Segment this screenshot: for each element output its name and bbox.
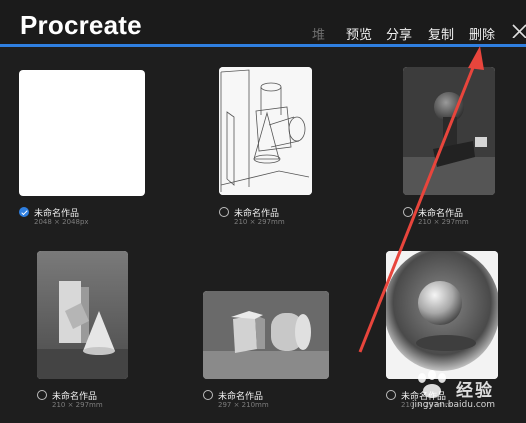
share-button[interactable]: 分享 <box>386 24 412 43</box>
selected-check-icon[interactable] <box>19 207 29 217</box>
artwork-size: 210 × 297mm <box>234 218 285 226</box>
delete-button[interactable]: 删除 <box>469 24 495 43</box>
artwork-size: 297 × 210mm <box>218 401 269 409</box>
artwork-size: 210 × 297mm <box>52 401 103 409</box>
stack-button[interactable]: 堆 <box>312 24 325 43</box>
artwork-size: 2048 × 2048px <box>34 218 89 226</box>
charcoal-still-life-image <box>37 251 128 379</box>
select-radio-icon[interactable] <box>386 390 396 400</box>
watermark-url: jingyan.baidu.com <box>412 400 496 410</box>
paw-logo-icon <box>418 370 446 398</box>
preview-button[interactable]: 预览 <box>346 24 372 43</box>
select-radio-icon[interactable] <box>203 390 213 400</box>
select-radio-icon[interactable] <box>219 207 229 217</box>
select-radio-icon[interactable] <box>403 207 413 217</box>
charcoal-sphere-image <box>386 251 498 379</box>
artwork-thumbnail-4[interactable] <box>37 251 128 379</box>
artwork-thumbnail-1[interactable] <box>19 70 145 196</box>
watermark: 经验 jingyan.baidu.com <box>412 370 524 414</box>
artwork-thumbnail-5[interactable] <box>203 291 329 379</box>
close-icon[interactable] <box>510 22 526 39</box>
charcoal-still-life-image <box>203 291 329 379</box>
duplicate-button[interactable]: 复制 <box>428 24 454 43</box>
selection-bar-underline <box>0 44 526 47</box>
select-radio-icon[interactable] <box>37 390 47 400</box>
watermark-text: 经验 <box>456 381 494 401</box>
app-title: Procreate <box>20 10 142 40</box>
artwork-thumbnail-3[interactable] <box>403 67 495 195</box>
artwork-thumbnail-6[interactable] <box>386 251 498 379</box>
sketch-geometry-image <box>219 67 312 195</box>
artwork-size: 210 × 297mm <box>418 218 469 226</box>
charcoal-still-life-image <box>403 67 495 195</box>
artwork-thumbnail-2[interactable] <box>219 67 312 195</box>
